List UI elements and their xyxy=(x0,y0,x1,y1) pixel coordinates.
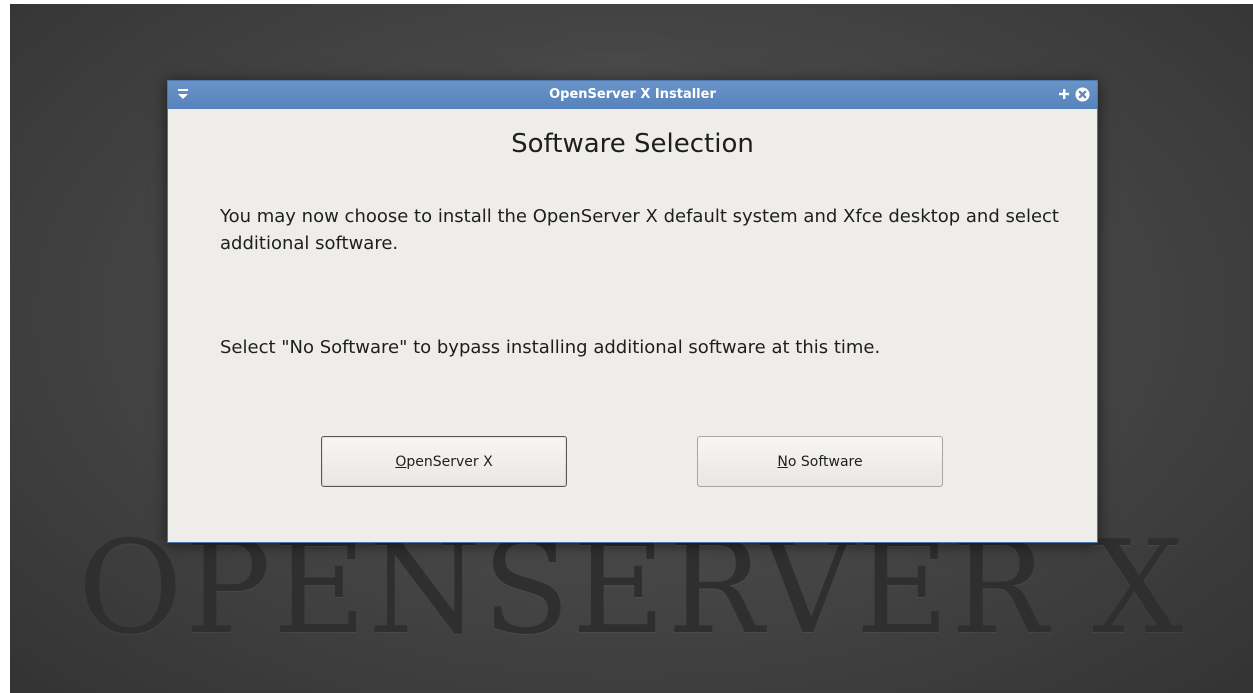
no-software-button[interactable]: No Software xyxy=(697,436,943,487)
openserver-x-button-label: penServer X xyxy=(406,453,493,470)
window-title: OpenServer X Installer xyxy=(549,87,716,102)
description-text: You may now choose to install the OpenSe… xyxy=(220,206,1059,254)
no-software-button-mnemonic: N xyxy=(777,453,788,470)
bypass-hint-text: Select "No Software" to bypass installin… xyxy=(220,337,881,358)
page-title: Software Selection xyxy=(511,129,754,159)
openserver-x-button-mnemonic: O xyxy=(395,453,407,470)
no-software-button-label: o Software xyxy=(787,453,863,470)
close-icon[interactable] xyxy=(1075,87,1090,102)
window-titlebar[interactable]: OpenServer X Installer xyxy=(168,81,1097,109)
maximize-icon[interactable] xyxy=(1057,87,1071,101)
openserver-x-button[interactable]: OpenServer X xyxy=(321,436,567,487)
installer-window: OpenServer X Installer Software Selectio… xyxy=(167,80,1098,543)
